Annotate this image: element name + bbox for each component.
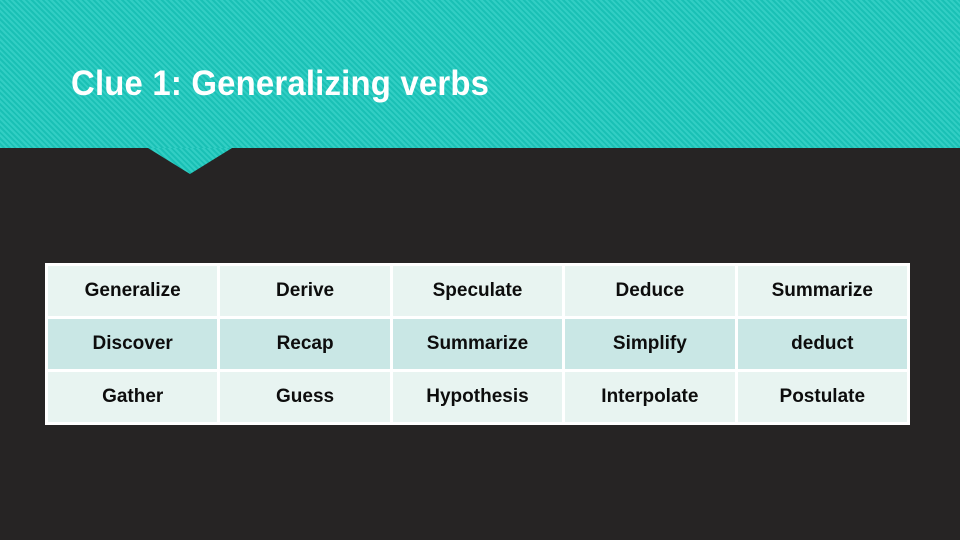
table-cell: Interpolate	[565, 372, 735, 422]
table-cell: Deduce	[565, 266, 735, 316]
table-cell: Summarize	[392, 319, 563, 369]
table-cell: Gather	[48, 372, 218, 422]
table-row: Generalize Derive Speculate Deduce Summarize	[48, 266, 907, 316]
table-cell: Recap	[220, 319, 390, 369]
table-cell: deduct	[737, 319, 907, 369]
table-cell: Generalize	[48, 266, 218, 316]
table-cell: Hypothesis	[392, 372, 563, 422]
banner-tail-triangle	[148, 148, 232, 174]
table-cell: Simplify	[565, 319, 735, 369]
table-cell: Discover	[48, 319, 218, 369]
table-row: Discover Recap Summarize Simplify deduct	[48, 319, 907, 369]
verbs-table-body: Generalize Derive Speculate Deduce Summarize…	[48, 266, 907, 422]
table-cell: Summarize	[737, 266, 907, 316]
table-row: Gather Guess Hypothesis Interpolate Postulat…	[48, 372, 907, 422]
table-cell: Speculate	[392, 266, 563, 316]
slide-canvas: Clue 1: Generalizing verbs Generalize Der…	[0, 0, 960, 540]
table-cell: Guess	[220, 372, 390, 422]
page-title: Clue 1: Generalizing verbs	[71, 64, 490, 103]
verbs-table: Generalize Derive Speculate Deduce Summarize…	[45, 263, 910, 425]
table-cell: Postulate	[737, 372, 907, 422]
table-cell: Derive	[220, 266, 390, 316]
